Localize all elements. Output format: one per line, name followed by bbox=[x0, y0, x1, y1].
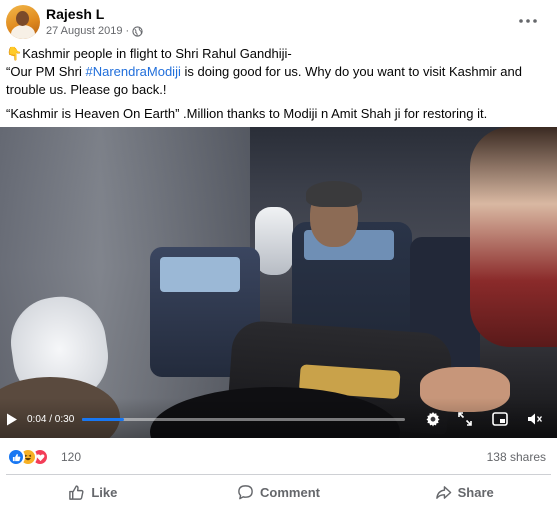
play-icon[interactable] bbox=[5, 412, 19, 426]
video-progress-fill bbox=[82, 418, 124, 421]
like-button[interactable]: Like bbox=[0, 477, 186, 507]
post-meta: 27 August 2019 · bbox=[46, 25, 143, 37]
video-progress-bar[interactable] bbox=[82, 418, 405, 421]
post-date[interactable]: 27 August 2019 bbox=[46, 25, 122, 37]
caption-line-2-prefix: “Our PM Shri bbox=[6, 64, 86, 79]
video-controls: 0:04 / 0:30 bbox=[0, 398, 557, 438]
reaction-count[interactable]: 120 bbox=[61, 450, 81, 464]
author-avatar[interactable] bbox=[6, 5, 40, 39]
post-header: Rajesh L 27 August 2019 · bbox=[0, 0, 557, 44]
pointing-down-emoji-icon: 👇 bbox=[6, 46, 23, 61]
like-icon bbox=[7, 448, 25, 466]
reactions-summary: 120 138 shares bbox=[0, 444, 557, 470]
video-window-far bbox=[255, 207, 293, 275]
reaction-icons[interactable] bbox=[7, 448, 55, 466]
settings-gear-icon[interactable] bbox=[424, 410, 442, 428]
thumbs-up-icon bbox=[68, 484, 85, 501]
video-player[interactable] bbox=[0, 127, 557, 438]
actions-divider bbox=[6, 474, 551, 475]
post-caption: 👇Kashmir people in flight to Shri Rahul … bbox=[6, 45, 546, 123]
video-time: 0:04 / 0:30 bbox=[27, 414, 75, 425]
caption-line-3: “Kashmir is Heaven On Earth” .Million th… bbox=[6, 106, 488, 121]
avatar-face bbox=[16, 11, 29, 26]
share-arrow-icon bbox=[435, 484, 452, 501]
video-seat-cover bbox=[160, 257, 240, 292]
video-passenger-hair bbox=[306, 181, 362, 207]
post-actions: Like Comment Share bbox=[0, 477, 557, 507]
comment-icon bbox=[237, 484, 254, 501]
fullscreen-icon[interactable] bbox=[456, 410, 474, 428]
caption-line-1-text: Kashmir people in flight to Shri Rahul G… bbox=[22, 46, 292, 61]
video-woman bbox=[470, 127, 557, 347]
author-name[interactable]: Rajesh L bbox=[46, 6, 104, 22]
share-button[interactable]: Share bbox=[371, 477, 557, 507]
share-label: Share bbox=[457, 484, 494, 500]
like-label: Like bbox=[91, 484, 118, 500]
more-options-icon[interactable] bbox=[517, 12, 539, 30]
globe-icon[interactable] bbox=[132, 25, 143, 37]
share-count[interactable]: 138 shares bbox=[487, 450, 546, 464]
comment-label: Comment bbox=[260, 484, 320, 500]
avatar-body bbox=[11, 25, 35, 39]
caption-line-1: 👇Kashmir people in flight to Shri Rahul … bbox=[6, 45, 546, 63]
picture-in-picture-icon[interactable] bbox=[491, 410, 509, 428]
volume-icon[interactable] bbox=[526, 410, 544, 428]
caption-line-2: “Our PM Shri #NarendraModiji is doing go… bbox=[6, 63, 546, 99]
meta-separator: · bbox=[125, 25, 130, 37]
hashtag-link[interactable]: #NarendraModiji bbox=[85, 64, 180, 79]
comment-button[interactable]: Comment bbox=[186, 477, 372, 507]
